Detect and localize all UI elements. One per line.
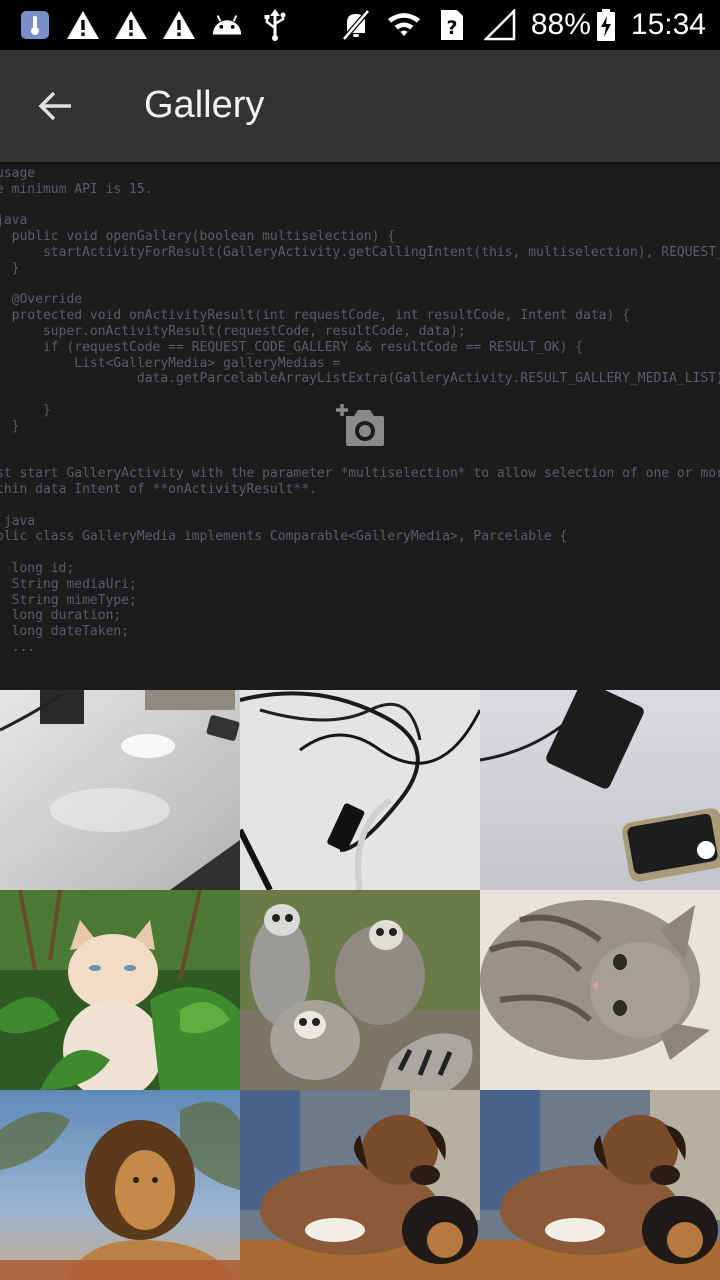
- lemurs-photo: [240, 890, 480, 1090]
- media-grid: [0, 690, 720, 1280]
- usb-cables-photo: [240, 690, 480, 890]
- clock: 15:34: [630, 8, 706, 41]
- mute-icon: [339, 8, 373, 42]
- media-item-phones[interactable]: [480, 690, 720, 890]
- media-item-cat[interactable]: [0, 890, 240, 1090]
- cat-in-plants-photo: [0, 890, 240, 1090]
- add-camera-icon: [336, 404, 384, 446]
- svg-text:?: ?: [446, 17, 457, 39]
- battery-percentage: 88%: [530, 8, 591, 41]
- wifi-icon: [387, 8, 421, 42]
- media-item-kitten[interactable]: [480, 890, 720, 1090]
- media-item-puppies-2[interactable]: [480, 1090, 720, 1280]
- back-button[interactable]: [24, 78, 88, 134]
- signal-icon: [483, 8, 517, 42]
- puppies-photo: [480, 1090, 720, 1280]
- warning-icon: [114, 8, 148, 42]
- camera-tile[interactable]: usage e minimum API is 15. java public v…: [0, 162, 720, 690]
- page-title: Gallery: [144, 84, 265, 126]
- media-item-puppies[interactable]: [240, 1090, 480, 1280]
- warning-icon: [66, 8, 100, 42]
- thermometer-icon: [18, 8, 52, 42]
- media-item-usb-cables[interactable]: [240, 690, 480, 890]
- status-bar: ? 88% 15:34: [0, 0, 720, 50]
- puppies-photo: [240, 1090, 480, 1280]
- media-item-lemurs[interactable]: [240, 890, 480, 1090]
- media-item-lion[interactable]: [0, 1090, 240, 1280]
- usb-icon: [258, 8, 292, 42]
- lion-photo: [0, 1090, 240, 1280]
- battery-charging-icon: [595, 8, 617, 42]
- arrow-back-icon: [38, 91, 71, 121]
- media-item-desk-mouse[interactable]: [0, 690, 240, 890]
- android-icon: [210, 8, 244, 42]
- phones-on-desk-photo: [480, 690, 720, 890]
- sim-icon: ?: [435, 8, 469, 42]
- app-bar: Gallery: [0, 50, 720, 162]
- desk-mouse-photo: [0, 690, 240, 890]
- warning-icon: [162, 8, 196, 42]
- kitten-photo: [480, 890, 720, 1090]
